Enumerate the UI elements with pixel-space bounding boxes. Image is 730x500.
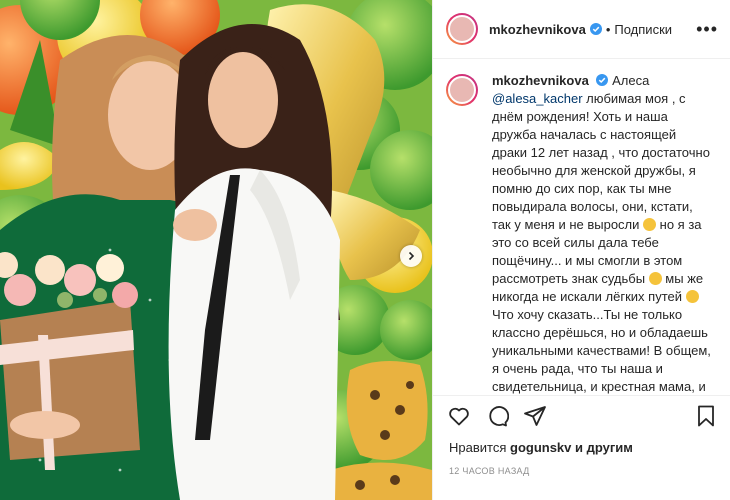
caption: mkozhevnikova Алеса @alesa_kacher любима… — [446, 72, 718, 395]
likes-prefix: Нравится — [449, 440, 507, 455]
verified-badge-icon — [596, 74, 609, 86]
bookmark-icon[interactable] — [694, 404, 718, 428]
separator-dot: • — [605, 21, 611, 37]
carousel-next-button[interactable] — [400, 245, 422, 267]
header-username[interactable]: mkozhevnikova — [489, 22, 586, 37]
caption-line-5: Что хочу сказать...Ты не только классно … — [492, 307, 711, 394]
crying-emoji-icon — [643, 218, 657, 231]
mention-link[interactable]: @alesa_kacher — [492, 91, 583, 106]
comment-icon[interactable] — [485, 404, 509, 428]
caption-username[interactable]: mkozhevnikova — [492, 73, 589, 88]
more-options-icon[interactable]: ••• — [696, 20, 718, 38]
caption-text: mkozhevnikova Алеса @alesa_kacher любима… — [492, 72, 714, 395]
avatar[interactable] — [446, 13, 478, 45]
actions-bar: Нравится gogunskv и другим 12 часов наза… — [433, 395, 730, 476]
post-header: mkozhevnikova • Подписки ••• — [433, 0, 730, 59]
comments-area[interactable]: mkozhevnikova Алеса @alesa_kacher любима… — [433, 60, 730, 395]
following-button[interactable]: Подписки — [614, 22, 672, 37]
wink-emoji-icon — [685, 290, 699, 303]
caption-line-2: @alesa_kacher любимая моя , с днём рожде… — [492, 91, 710, 232]
post-photo[interactable] — [0, 0, 432, 500]
post-timestamp[interactable]: 12 часов назад — [433, 466, 730, 476]
likes-suffix[interactable]: и другим — [575, 440, 633, 455]
likes-user[interactable]: gogunskv — [510, 440, 571, 455]
caption-avatar[interactable] — [446, 74, 478, 106]
caption-line-1: Алеса — [612, 73, 650, 88]
smile-emoji-icon — [648, 272, 662, 285]
verified-badge-icon — [589, 23, 602, 35]
photo-illustration — [0, 0, 432, 500]
share-icon[interactable] — [523, 404, 547, 428]
likes-summary: Нравится gogunskv и другим — [433, 439, 730, 457]
action-icons — [433, 396, 730, 436]
chevron-right-icon — [408, 251, 415, 261]
heart-icon[interactable] — [447, 404, 471, 428]
post-side-panel: mkozhevnikova • Подписки ••• mkozhevniko… — [432, 0, 730, 500]
